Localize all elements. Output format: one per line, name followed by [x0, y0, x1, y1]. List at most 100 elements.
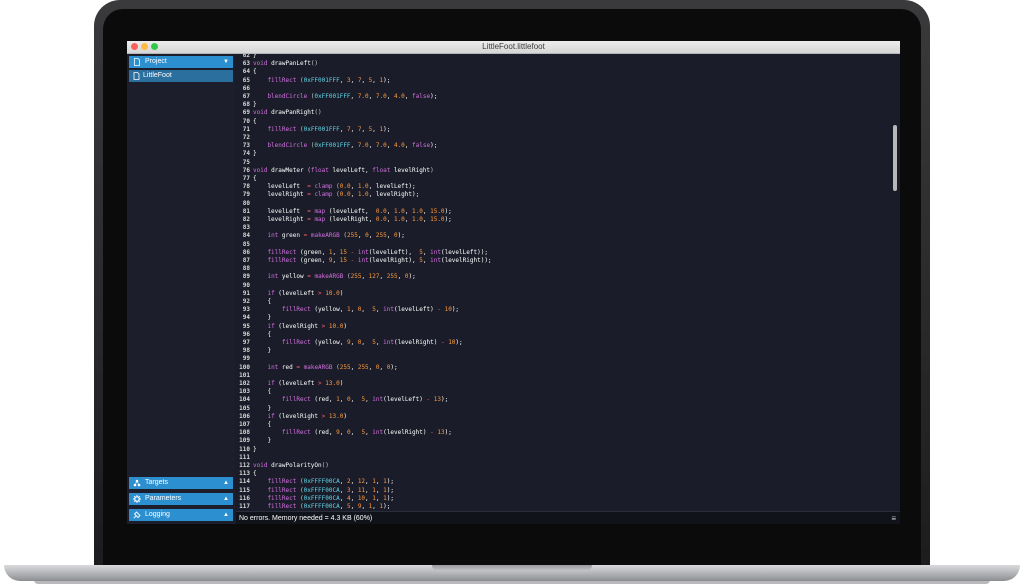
- code-token: clamp: [314, 191, 333, 199]
- code-token: );: [455, 339, 463, 346]
- code-token: ,: [350, 503, 358, 510]
- code-token: {: [253, 117, 257, 125]
- code-token: 0.0: [375, 216, 387, 223]
- code-token: ,: [422, 216, 431, 223]
- line-number: 113: [239, 470, 250, 478]
- code-token: fillRect: [253, 494, 300, 502]
- code-token: {: [253, 175, 257, 182]
- code-token: ,: [350, 363, 358, 371]
- code-token: );: [444, 429, 452, 437]
- code-token: );: [383, 76, 391, 84]
- line-number: 64: [242, 68, 250, 76]
- code-text: }: [253, 437, 271, 445]
- code-token: ): [339, 380, 344, 387]
- status-bar: No errors. Memory needed = 4.3 KB (60%) …: [236, 511, 900, 524]
- code-token: {: [253, 470, 257, 478]
- code-token: ,: [386, 93, 394, 100]
- code-token: (red,: [314, 396, 337, 404]
- line-number: 73: [242, 142, 250, 150]
- code-text: fillRect (red, 9, 0, 5, int(levelRight) …: [253, 429, 452, 437]
- code-token: (levelRight): [383, 429, 431, 437]
- code-text: int green = makeARGB (255, 0, 255, 0);: [253, 232, 404, 240]
- code-token: 1.0: [393, 216, 405, 223]
- line-number: 63: [242, 60, 250, 68]
- line-number: 114: [239, 478, 250, 486]
- code-token: 0.0: [375, 207, 387, 215]
- code-text: void drawPanLeft(): [253, 60, 318, 68]
- chevron-down-icon: ▼: [223, 59, 229, 65]
- line-number: 75: [242, 158, 250, 166]
- code-token: ,: [361, 273, 369, 281]
- code-text: }: [253, 150, 257, 158]
- line-number: 111: [239, 453, 250, 461]
- code-text: {: [253, 298, 271, 306]
- parameters-panel-header[interactable]: Parameters ▲: [129, 493, 233, 505]
- code-token: ,: [350, 191, 358, 199]
- code-text: if (levelRight > 13.0): [253, 413, 347, 421]
- code-editor[interactable]: 62} 63 void drawPanLeft() 64{65 fillRect (0…: [236, 54, 900, 511]
- code-token: , levelRight);: [368, 191, 420, 199]
- code-text: fillRect (green, 1, 15 - int(levelLeft),…: [253, 249, 488, 257]
- code-token: ,: [332, 257, 340, 264]
- code-token: ,: [386, 232, 394, 240]
- code-token: ,: [368, 142, 376, 150]
- line-number: 105: [239, 404, 250, 412]
- line-number: 110: [239, 445, 250, 453]
- code-token: );: [383, 503, 391, 510]
- editor-scrollbar-thumb[interactable]: [893, 125, 897, 191]
- code-token: fillRect: [253, 257, 300, 264]
- code-token: ,: [404, 142, 413, 150]
- sidebar: Project ▼ LittleFoot Targets ▲ Parameter…: [127, 54, 235, 524]
- code-text: }: [253, 101, 257, 109]
- code-token: void: [253, 462, 268, 469]
- code-token: levelRight: [390, 166, 431, 174]
- code-token: int: [372, 396, 384, 404]
- code-token: (levelLeft,: [325, 207, 376, 215]
- code-token: red: [278, 363, 297, 371]
- line-number: 67: [242, 93, 250, 100]
- code-token: (levelLeft));: [440, 248, 488, 256]
- code-token: (levelRight));: [440, 257, 492, 264]
- status-text: No errors. Memory needed = 4.3 KB (60%): [239, 515, 373, 522]
- code-token: if: [267, 289, 275, 297]
- code-text: blendCircle (0xFF001FFF, 7.0, 7.0, 4.0, …: [253, 93, 437, 101]
- logging-panel-header[interactable]: Logging ▲: [129, 509, 233, 521]
- project-panel-header[interactable]: Project ▼: [129, 56, 233, 68]
- code-token: (levelLeft): [383, 396, 427, 404]
- code-token: fillRect: [253, 396, 315, 404]
- code-token: ,: [339, 503, 347, 510]
- targets-panel-header[interactable]: Targets ▲: [129, 477, 233, 489]
- code-token: {: [253, 330, 272, 338]
- code-token: 10: [357, 494, 366, 502]
- code-text: levelLeft = map (levelLeft, 0.0, 1.0, 1.…: [253, 207, 451, 216]
- menu-icon[interactable]: ≡: [891, 512, 896, 524]
- tree-item-littlefoot[interactable]: LittleFoot: [129, 70, 233, 82]
- code-token: ,: [361, 125, 369, 133]
- targets-icon: [133, 479, 141, 487]
- code-token: (: [332, 183, 340, 191]
- code-token: ,: [404, 207, 413, 215]
- code-token: ,: [404, 93, 413, 100]
- code-token: makeARGB: [310, 232, 340, 240]
- code-token: );: [440, 396, 449, 404]
- code-text: levelLeft = clamp (0.0, 1.0, levelLeft);: [253, 183, 415, 191]
- code-token: ,: [386, 142, 394, 150]
- line-number: 104: [239, 396, 250, 404]
- code-token: }: [253, 437, 272, 445]
- code-token: levelLeft,: [328, 166, 373, 174]
- code-token: (levelRight: [274, 412, 322, 420]
- code-text: {: [253, 118, 257, 126]
- code-token: drawPolarityOn: [267, 462, 322, 469]
- code-text: fillRect (0xFF001FFF, 3, 7, 5, 1);: [253, 77, 390, 85]
- code-token: ,: [339, 486, 347, 494]
- code-token: }: [253, 347, 272, 355]
- code-token: if: [267, 380, 275, 387]
- code-token: 13.0: [325, 380, 340, 387]
- code-token: green: [278, 232, 304, 240]
- window-title: LittleFoot.littlefoot: [482, 42, 545, 51]
- code-token: int: [430, 248, 441, 256]
